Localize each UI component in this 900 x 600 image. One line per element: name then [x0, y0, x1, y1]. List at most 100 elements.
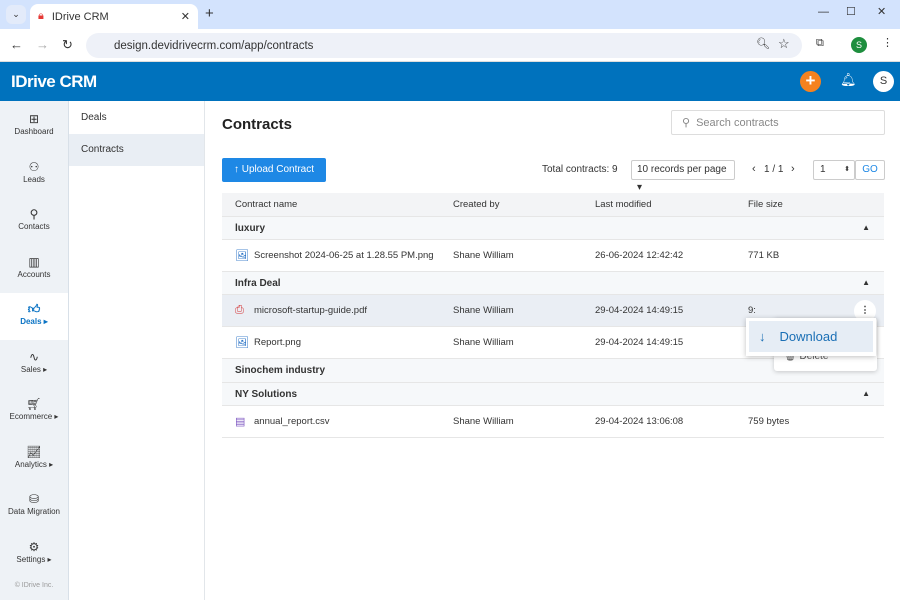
leftnav-item-leads[interactable]: ⚇ Leads: [0, 151, 68, 198]
records-per-page-select[interactable]: 10 records per page ▾: [631, 160, 735, 193]
minimize-icon[interactable]: —: [818, 6, 829, 18]
browser-tab[interactable]: 🔒︎ IDrive CRM ✕: [30, 4, 198, 29]
sub-nav: Deals Contracts: [69, 101, 205, 600]
created-by: Shane William: [453, 250, 514, 261]
subnav-item-contracts[interactable]: Contracts: [69, 134, 204, 166]
collapse-caret-icon[interactable]: ▲: [862, 223, 870, 232]
leftnav-item-contacts[interactable]: ⚲ Contacts: [0, 198, 68, 245]
leftnav-item-datamigration[interactable]: ⛁ Data Migration: [0, 483, 68, 530]
file-name-link[interactable]: Report.png: [254, 337, 301, 348]
search-icon: ⚲: [682, 117, 691, 129]
group-row[interactable]: Infra Deal ▲: [222, 272, 884, 295]
reload-icon[interactable]: ↻: [62, 37, 73, 53]
zoom-icon[interactable]: 🔍︎: [756, 37, 770, 50]
prev-page-icon[interactable]: ‹: [752, 163, 756, 175]
page-number-input[interactable]: 1 ⬍: [813, 160, 855, 180]
notification-bell-icon[interactable]: 🔔︎: [840, 72, 857, 88]
group-name: luxury: [235, 223, 266, 234]
idrive-favicon-icon: 🔒︎: [38, 10, 44, 22]
leads-icon: ⚇: [28, 159, 40, 174]
back-icon[interactable]: ←: [10, 37, 23, 52]
leftnav-item-accounts[interactable]: ▥ Accounts: [0, 246, 68, 293]
file-name-link[interactable]: annual_report.csv: [254, 416, 330, 427]
leftnav-label: Settings ▸: [16, 554, 52, 564]
close-window-icon[interactable]: ✕: [877, 5, 886, 18]
last-modified: 29-04-2024 13:06:08: [595, 416, 684, 427]
image-file-icon: 🖼︎: [235, 250, 249, 262]
file-name-link[interactable]: Screenshot 2024-06-25 at 1.28.55 PM.png: [254, 250, 434, 261]
page-indicator: 1 / 1: [764, 164, 784, 175]
leftnav-label: Accounts: [17, 269, 51, 279]
table-row[interactable]: 🖼︎ Screenshot 2024-06-25 at 1.28.55 PM.pn…: [222, 240, 884, 272]
group-row[interactable]: NY Solutions ▲: [222, 383, 884, 406]
maximize-icon[interactable]: ☐: [846, 5, 856, 18]
csv-file-icon: ▤: [235, 416, 246, 428]
upload-contract-button[interactable]: ↑ Upload Contract: [222, 158, 326, 182]
leftnav-item-deals[interactable]: 👍︎ Deals ▸: [0, 293, 68, 340]
created-by: Shane William: [453, 416, 514, 427]
accounts-icon: ▥: [28, 254, 40, 269]
upload-label: Upload Contract: [241, 164, 315, 175]
leftnav-label: Data Migration: [7, 507, 61, 516]
app-header: IDrive CRM + 🔔︎ S: [0, 62, 900, 101]
url-text: design.devidrivecrm.com/app/contracts: [114, 39, 314, 52]
gear-icon: ⚙: [28, 539, 40, 554]
browser-tab-bar: ⌄ 🔒︎ IDrive CRM ✕ + — ☐ ✕: [0, 0, 900, 29]
table-row[interactable]: ▤ annual_report.csv Shane William 29-04-202…: [222, 406, 884, 438]
collapse-caret-icon[interactable]: ▲: [862, 389, 870, 398]
file-size: 771 KB: [748, 250, 780, 261]
close-tab-icon[interactable]: ✕: [181, 10, 190, 23]
user-avatar[interactable]: S: [873, 71, 894, 92]
leftnav-label: Leads: [23, 174, 45, 184]
last-modified: 29-04-2024 14:49:15: [595, 305, 684, 316]
upload-icon: ↑: [233, 164, 242, 175]
go-button[interactable]: GO: [855, 160, 885, 180]
total-contracts: Total contracts: 9: [542, 164, 618, 175]
file-name-link[interactable]: microsoft-startup-guide.pdf: [254, 305, 367, 316]
leftnav-item-dashboard[interactable]: ⊞ Dashboard: [0, 103, 68, 150]
group-name: Infra Deal: [235, 278, 281, 289]
leftnav-item-settings[interactable]: ⚙ Settings ▸: [0, 531, 68, 578]
page-title: Contracts: [222, 116, 293, 133]
profile-avatar[interactable]: S: [851, 37, 867, 53]
idrive-crm-logo[interactable]: IDrive CRM: [11, 72, 97, 92]
per-page-value: 10 records per page: [637, 164, 727, 175]
extensions-icon[interactable]: ⧉: [816, 37, 824, 50]
leftnav-item-ecommerce[interactable]: 🛒︎ Ecommerce ▸: [0, 388, 68, 435]
browser-menu-icon[interactable]: ⋮: [882, 36, 893, 49]
leftnav-item-analytics[interactable]: 📈︎ Analytics ▸: [0, 436, 68, 483]
download-menu-item[interactable]: ↓ Download: [749, 321, 873, 352]
bookmark-star-icon[interactable]: ☆: [778, 36, 790, 52]
new-tab-icon[interactable]: +: [205, 5, 214, 22]
tab-title: IDrive CRM: [51, 10, 109, 23]
image-file-icon: 🖼︎: [235, 337, 249, 349]
leftnav-label: Sales ▸: [20, 364, 48, 374]
subnav-item-deals[interactable]: Deals: [69, 102, 204, 134]
collapse-caret-icon[interactable]: ▲: [862, 278, 870, 287]
url-input[interactable]: design.devidrivecrm.com/app/contracts: [86, 33, 802, 58]
thumbs-up-icon: 👍︎: [27, 302, 41, 316]
contacts-icon: ⚲: [29, 207, 39, 221]
created-by: Shane William: [453, 305, 514, 316]
column-header[interactable]: Last modified: [595, 199, 652, 210]
file-size: 759 bytes: [748, 416, 790, 427]
ecommerce-icon: 🛒︎: [26, 397, 42, 411]
column-header[interactable]: Created by: [453, 199, 499, 210]
leftnav-label: Dashboard: [14, 127, 54, 136]
add-icon[interactable]: +: [800, 71, 821, 92]
group-name: Sinochem industry: [235, 365, 326, 376]
tab-list-button[interactable]: ⌄: [6, 5, 26, 24]
search-input[interactable]: ⚲ Search contracts: [671, 110, 885, 135]
forward-icon[interactable]: →: [36, 37, 49, 52]
dashboard-icon: ⊞: [28, 112, 40, 126]
leftnav-item-sales[interactable]: ∿ Sales ▸: [0, 341, 68, 388]
file-size: 9:: [748, 305, 756, 316]
column-header[interactable]: Contract name: [235, 199, 297, 210]
created-by: Shane William: [453, 337, 514, 348]
download-menu-popup: ↓ Download: [746, 318, 876, 356]
group-row[interactable]: luxury ▲: [222, 217, 884, 240]
column-header[interactable]: File size: [748, 199, 783, 210]
next-page-icon[interactable]: ›: [791, 163, 795, 175]
leftnav-label: Ecommerce ▸: [9, 412, 59, 421]
stepper-icon[interactable]: ⬍: [844, 161, 850, 179]
